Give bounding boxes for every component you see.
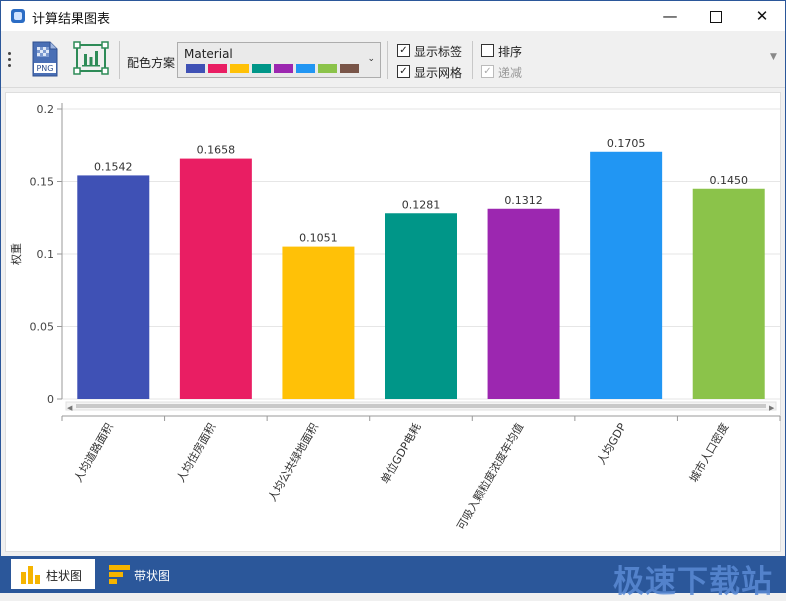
tab-bar-chart[interactable]: 柱状图 bbox=[11, 559, 95, 589]
scroll-right-icon: ▶ bbox=[769, 404, 775, 412]
bar-value-label: 0.1281 bbox=[402, 198, 441, 211]
bar bbox=[282, 246, 355, 399]
chevron-down-icon: ⌄ bbox=[367, 54, 375, 64]
export-png-button[interactable]: PNG bbox=[31, 41, 59, 77]
watermark: 极速下载站 bbox=[613, 564, 773, 600]
maximize-icon bbox=[710, 11, 722, 23]
chart-panel: 0 0.05 0.1 0.15 0.2 权重 0.1542 0.1658 0.1051 0.128… bbox=[5, 92, 781, 552]
x-tick-label: 单位GDP电耗 bbox=[378, 421, 424, 487]
bar bbox=[77, 175, 150, 399]
scrollbar-thumb bbox=[76, 404, 766, 408]
color-scheme-dropdown[interactable]: Material ⌄ bbox=[177, 42, 381, 78]
scroll-left-icon: ◀ bbox=[67, 404, 73, 412]
chart-export-button[interactable] bbox=[73, 41, 109, 75]
checkbox-check-icon: ✓ bbox=[397, 65, 410, 78]
y-tick-label: 0 bbox=[47, 393, 54, 406]
bar bbox=[487, 208, 560, 399]
window-title: 计算结果图表 bbox=[32, 12, 111, 27]
maximize-button[interactable] bbox=[693, 1, 739, 31]
tab-band-chart[interactable]: 带状图 bbox=[101, 559, 191, 589]
toolbar-separator bbox=[387, 41, 388, 79]
y-tick-label: 0.1 bbox=[37, 248, 55, 261]
x-tick-label: 人均道路面积 bbox=[71, 421, 116, 485]
bar-value-label: 0.1542 bbox=[94, 160, 133, 173]
toolbar-separator bbox=[119, 41, 120, 79]
y-tick-label: 0.15 bbox=[30, 176, 55, 189]
app-icon bbox=[11, 9, 25, 23]
descending-label: 递减 bbox=[498, 66, 523, 80]
bar-value-label: 0.1312 bbox=[504, 194, 543, 207]
checkbox-check-icon: ✓ bbox=[481, 65, 494, 78]
png-file-icon: PNG bbox=[32, 41, 58, 77]
color-swatch bbox=[318, 64, 337, 73]
bar-value-label: 0.1450 bbox=[709, 174, 748, 187]
toolbar-grip-icon[interactable] bbox=[8, 52, 12, 70]
color-swatch bbox=[230, 64, 249, 73]
bar-value-label: 0.1705 bbox=[607, 137, 646, 150]
color-scheme-label: 配色方案 bbox=[127, 56, 176, 70]
color-swatch bbox=[208, 64, 227, 73]
app-window: 计算结果图表 — ✕ PNG 配色方案 Material ⌄ ✓ 显示标签 ✓ … bbox=[0, 0, 786, 600]
bar bbox=[385, 213, 457, 399]
color-swatches bbox=[186, 64, 362, 73]
bar bbox=[590, 151, 663, 399]
checkbox-check-icon: ✓ bbox=[397, 44, 410, 57]
title-bar: 计算结果图表 — ✕ bbox=[1, 1, 785, 31]
show-labels-label: 显示标签 bbox=[414, 45, 463, 59]
bar-value-label: 0.1051 bbox=[299, 232, 338, 245]
x-tick-label: 人均公共绿地面积 bbox=[265, 421, 321, 504]
x-tick-label: 可吸入颗粒度浓度年均值 bbox=[454, 421, 527, 533]
bottom-tab-bar: 柱状图 带状图 极速下载站 bbox=[1, 556, 785, 600]
png-label: PNG bbox=[36, 64, 53, 73]
x-tick-label: 人均住房面积 bbox=[173, 421, 218, 485]
bar bbox=[692, 188, 765, 399]
chart-frame-icon bbox=[73, 41, 109, 75]
horizontal-bar-icon bbox=[109, 565, 130, 584]
close-button[interactable]: ✕ bbox=[739, 1, 785, 31]
bar bbox=[179, 158, 252, 399]
sort-label: 排序 bbox=[498, 45, 523, 59]
x-tick-label: 城市人口密度 bbox=[686, 421, 731, 485]
x-tick-label: 人均GDP bbox=[595, 421, 629, 467]
toolbar: PNG 配色方案 Material ⌄ ✓ 显示标签 ✓ 显示网格 排序 ✓ 递… bbox=[1, 31, 785, 88]
color-swatch bbox=[340, 64, 359, 73]
toolbar-overflow-icon[interactable]: ▼ bbox=[770, 52, 777, 62]
y-axis-label: 权重 bbox=[9, 243, 23, 265]
color-scheme-value: Material bbox=[184, 47, 233, 61]
tab-band-chart-label: 带状图 bbox=[134, 569, 171, 583]
color-swatch bbox=[296, 64, 315, 73]
bar-chart-icon bbox=[21, 566, 40, 584]
bar-value-label: 0.1658 bbox=[197, 144, 236, 157]
show-grid-label: 显示网格 bbox=[414, 66, 463, 80]
color-swatch bbox=[252, 64, 271, 73]
color-swatch bbox=[186, 64, 205, 73]
y-tick-label: 0.05 bbox=[30, 321, 55, 334]
toolbar-separator bbox=[472, 41, 473, 79]
y-tick-label: 0.2 bbox=[37, 103, 55, 116]
tab-bar-chart-label: 柱状图 bbox=[46, 569, 83, 583]
bar-chart: 0 0.05 0.1 0.15 0.2 权重 0.1542 0.1658 0.1051 0.128… bbox=[9, 103, 781, 533]
minimize-button[interactable]: — bbox=[647, 1, 693, 31]
color-swatch bbox=[274, 64, 293, 73]
